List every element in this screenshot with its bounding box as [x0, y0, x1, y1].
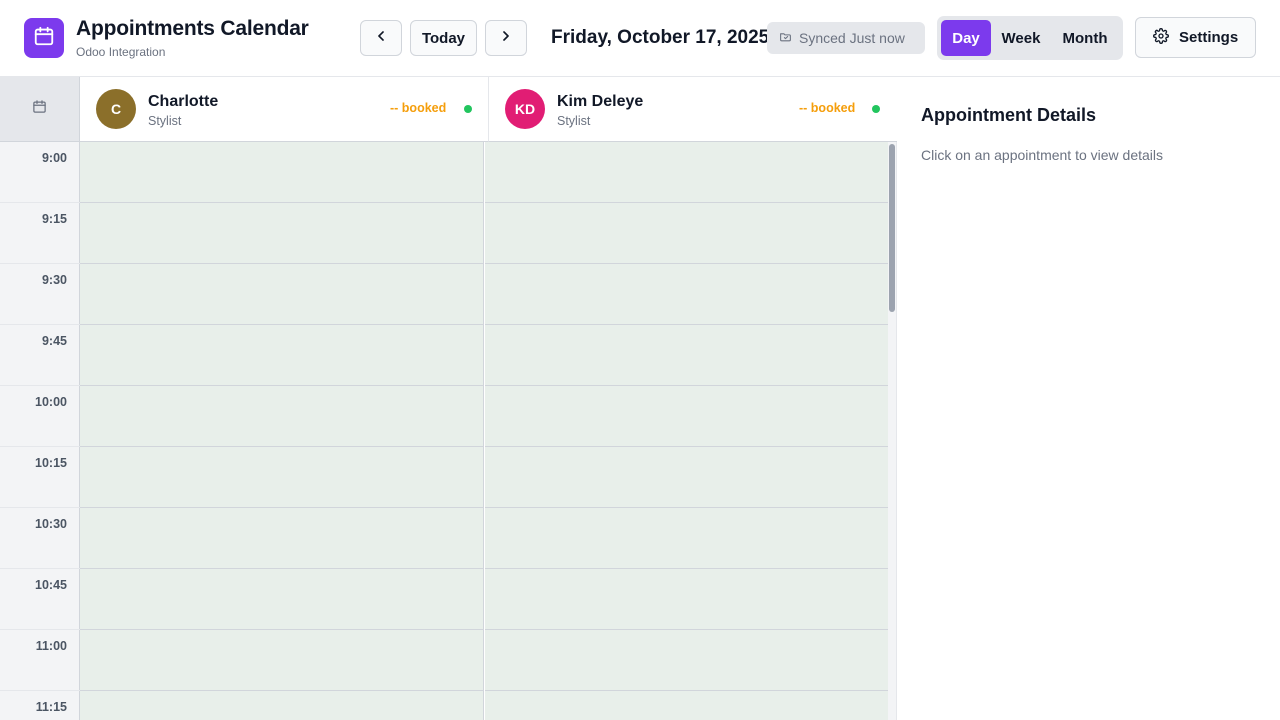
staff-column-header: C Charlotte Stylist -- booked	[80, 77, 489, 142]
details-hint: Click on an appointment to view details	[921, 147, 1164, 163]
time-slot-cell[interactable]	[485, 264, 888, 325]
avatar: KD	[505, 89, 545, 129]
time-label: 10:00	[35, 395, 67, 409]
calendar-icon	[32, 99, 47, 119]
time-slot-cell[interactable]	[80, 142, 483, 203]
view-switcher: Day Week Month	[937, 16, 1123, 60]
previous-day-button[interactable]	[360, 20, 402, 56]
time-column: 9:00 9:15 9:30 9:45 10:00 10:15 10:30 10:45 11:0…	[0, 142, 80, 720]
staff-role: Stylist	[148, 114, 182, 128]
next-day-button[interactable]	[485, 20, 527, 56]
time-slot: 10:15	[0, 447, 80, 508]
staff-slot-column	[485, 142, 888, 720]
time-label: 11:00	[35, 639, 67, 653]
avatar: C	[96, 89, 136, 129]
time-slot-cell[interactable]	[80, 691, 483, 720]
time-slot: 11:15	[0, 691, 80, 720]
view-month-button[interactable]: Month	[1053, 20, 1117, 56]
gear-icon	[1153, 27, 1169, 48]
time-slot-cell[interactable]	[80, 569, 483, 630]
sync-status-text: Synced Just now	[799, 30, 905, 46]
time-slot-cell[interactable]	[485, 325, 888, 386]
time-label: 10:15	[35, 456, 67, 470]
time-slot: 10:45	[0, 569, 80, 630]
time-slot-cell[interactable]	[80, 508, 483, 569]
scrollbar-thumb[interactable]	[889, 144, 895, 312]
time-slot: 11:00	[0, 630, 80, 691]
staff-slot-column	[80, 142, 484, 720]
time-slot-cell[interactable]	[485, 142, 888, 203]
time-slot-cell[interactable]	[485, 508, 888, 569]
time-slot-cell[interactable]	[485, 447, 888, 508]
time-label: 10:30	[35, 517, 67, 531]
view-day-button[interactable]: Day	[941, 20, 991, 56]
time-slot-cell[interactable]	[485, 386, 888, 447]
settings-button[interactable]: Settings	[1135, 17, 1256, 58]
time-slot-cell[interactable]	[80, 203, 483, 264]
time-slot: 9:15	[0, 203, 80, 264]
booked-count: -- booked	[799, 101, 856, 115]
calendar-grid: C Charlotte Stylist -- booked KD Kim Del…	[0, 77, 897, 720]
staff-name: Charlotte	[148, 93, 219, 110]
top-header: Appointments Calendar Odoo Integration T…	[0, 0, 1280, 77]
chevron-left-icon	[373, 28, 389, 49]
today-button[interactable]: Today	[410, 20, 477, 56]
time-label: 9:30	[41, 273, 67, 287]
sync-icon	[779, 30, 792, 46]
staff-name: Kim Deleye	[557, 93, 644, 110]
time-slot-cell[interactable]	[80, 630, 483, 691]
time-label: 10:45	[35, 578, 67, 592]
time-label: 11:15	[35, 700, 67, 714]
view-week-button[interactable]: Week	[995, 20, 1047, 56]
time-slot-cell[interactable]	[485, 569, 888, 630]
online-status-dot	[872, 105, 880, 113]
time-slot: 10:00	[0, 386, 80, 447]
time-slot-cell[interactable]	[80, 386, 483, 447]
sync-status-badge: Synced Just now	[767, 22, 925, 54]
online-status-dot	[464, 105, 472, 113]
time-grid[interactable]: 9:00 9:15 9:30 9:45 10:00 10:15 10:30 10:45 11:0…	[0, 142, 896, 720]
time-slot-cell[interactable]	[80, 447, 483, 508]
app-title: Appointments Calendar	[76, 17, 309, 40]
time-label: 9:15	[41, 212, 67, 226]
staff-role: Stylist	[557, 114, 591, 128]
calendar-icon	[33, 25, 55, 52]
time-slot-cell[interactable]	[485, 630, 888, 691]
details-title: Appointment Details	[921, 105, 1097, 125]
current-date: Friday, October 17, 2025	[551, 27, 770, 48]
app-logo	[24, 18, 64, 58]
staff-column-header: KD Kim Deleye Stylist -- booked	[489, 77, 897, 142]
time-slot: 10:30	[0, 508, 80, 569]
time-slot: 9:30	[0, 264, 80, 325]
time-slot: 9:00	[0, 142, 80, 203]
time-slot-cell[interactable]	[485, 203, 888, 264]
settings-label: Settings	[1179, 29, 1239, 46]
appointment-details-panel: Appointment Details Click on an appointm…	[897, 77, 1280, 720]
time-slot-cell[interactable]	[80, 325, 483, 386]
time-slot: 9:45	[0, 325, 80, 386]
time-label: 9:45	[41, 334, 67, 348]
app-subtitle: Odoo Integration	[76, 45, 166, 59]
time-label: 9:00	[41, 151, 67, 165]
time-slot-cell[interactable]	[485, 691, 888, 720]
calendar-corner	[0, 77, 80, 142]
booked-count: -- booked	[390, 101, 447, 115]
time-slot-cell[interactable]	[80, 264, 483, 325]
chevron-right-icon	[498, 28, 514, 49]
